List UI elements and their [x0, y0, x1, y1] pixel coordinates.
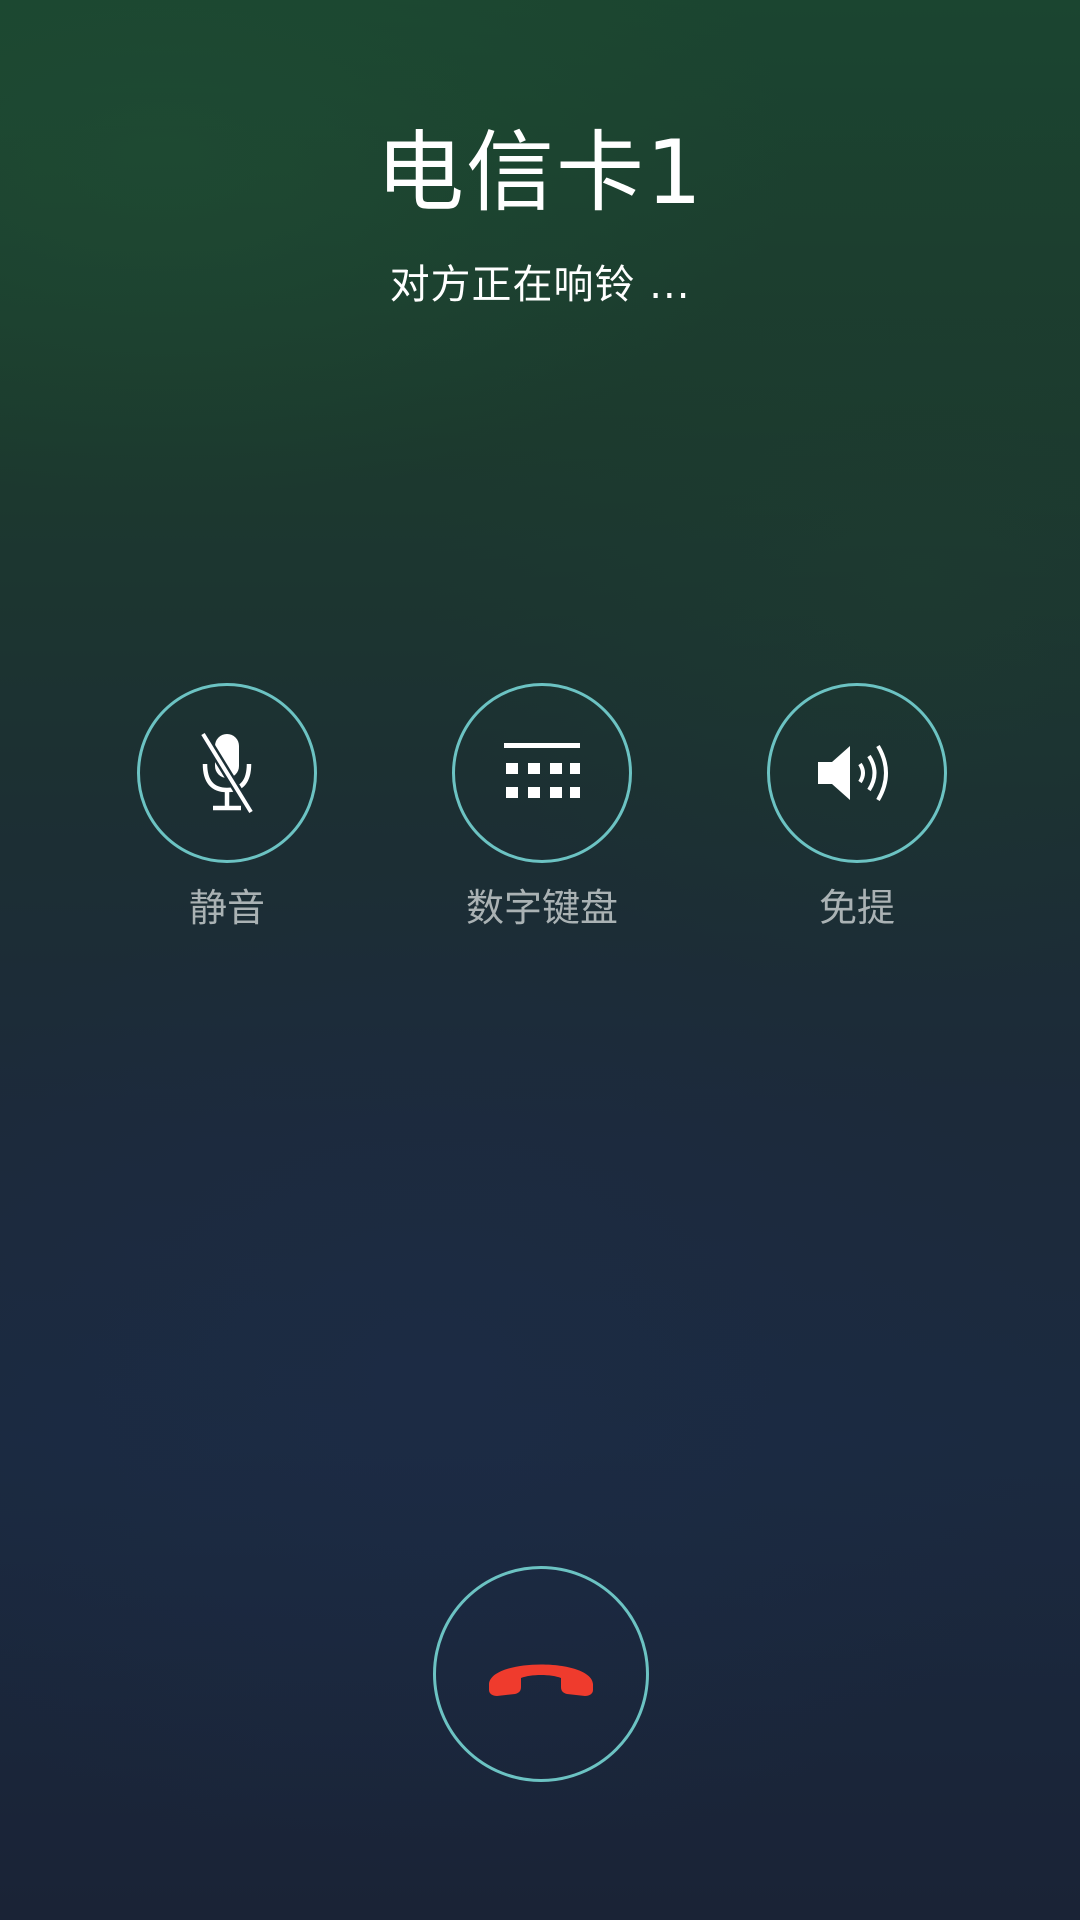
speaker-label: 免提	[818, 886, 895, 930]
speaker-button[interactable]: 免提	[717, 683, 997, 943]
keypad-button-circle[interactable]	[452, 683, 632, 863]
dialpad-icon	[504, 743, 580, 798]
hang-up-button[interactable]	[433, 1566, 649, 1782]
speaker-button-circle[interactable]	[767, 683, 947, 863]
hang-up-icon	[489, 1664, 593, 1696]
mute-button[interactable]: 静音	[87, 683, 367, 943]
mic-off-icon	[199, 731, 255, 815]
caller-name: 电信卡1	[376, 121, 704, 224]
keypad-label: 数字键盘	[465, 886, 618, 930]
mute-button-circle[interactable]	[137, 683, 317, 863]
call-controls: 静音 数字键盘 免提	[0, 683, 1080, 943]
call-status: 对方正在响铃 ...	[389, 262, 691, 308]
mute-label: 静音	[188, 886, 265, 930]
keypad-button[interactable]: 数字键盘	[402, 683, 682, 943]
speaker-icon	[818, 744, 888, 802]
